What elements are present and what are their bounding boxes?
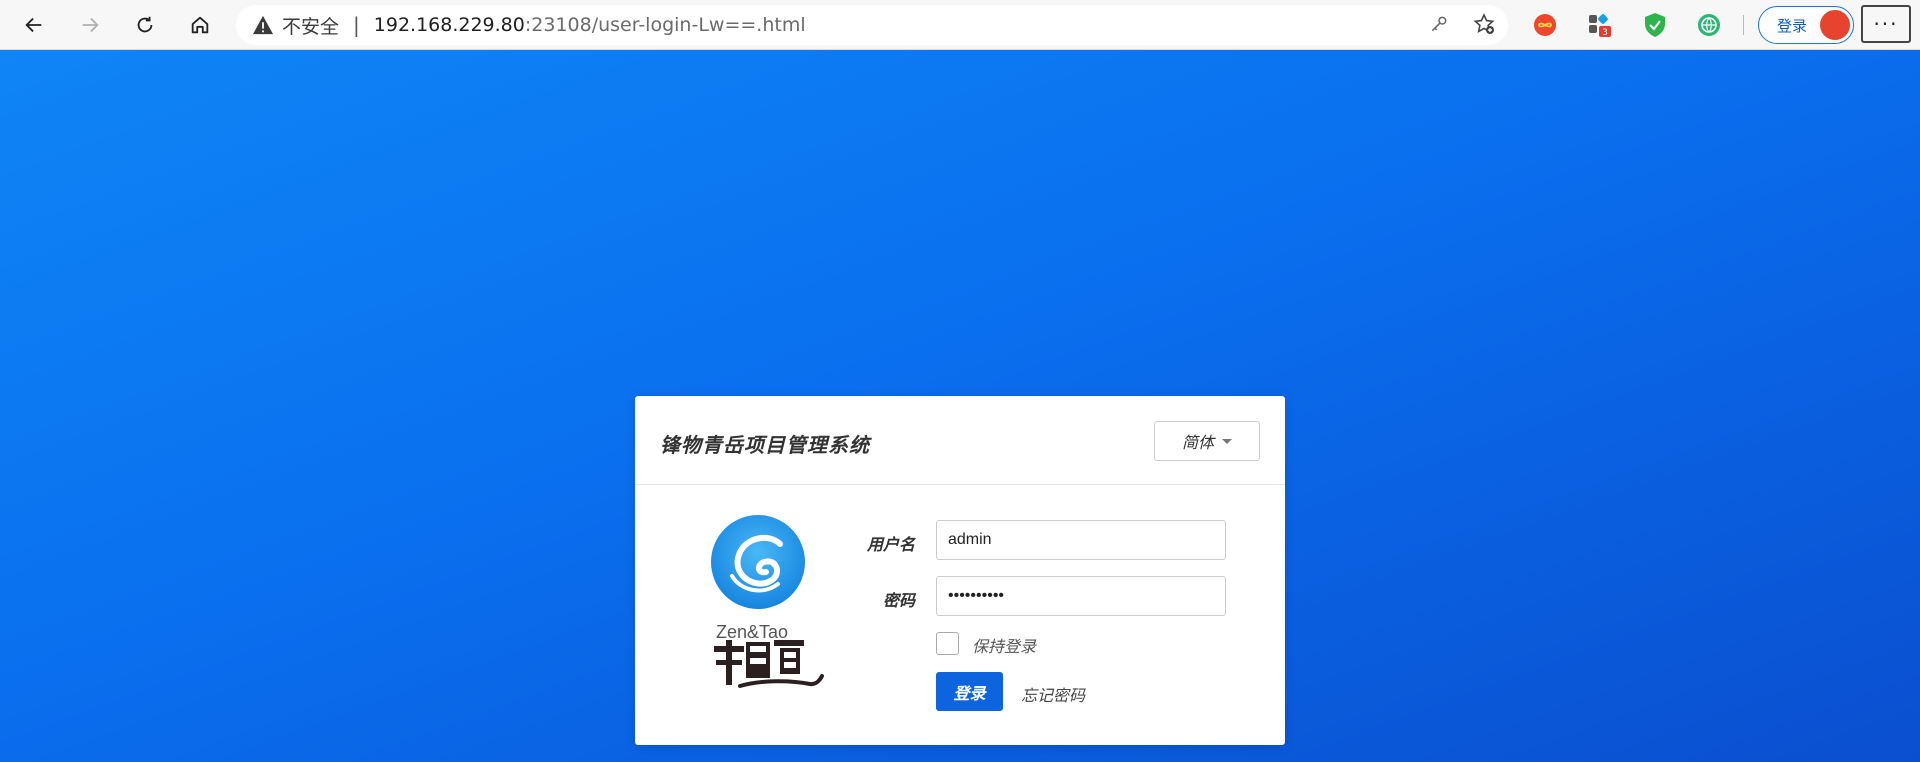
address-bar[interactable]: 不安全 | 192.168.229.80:23108/user-login-Lw… [236,5,1508,45]
refresh-icon [137,16,153,33]
home-icon [191,16,209,34]
more-menu-button[interactable]: ··· [1861,5,1911,43]
translate-extension-icon[interactable] [1694,10,1724,40]
browser-toolbar: 不安全 | 192.168.229.80:23108/user-login-Lw… [0,0,1920,50]
language-label: 简体 [1181,433,1214,452]
keep-login-label: 保持登录 [972,637,1037,656]
back-button[interactable] [16,8,52,42]
infinity-extension-icon[interactable] [1530,10,1560,40]
login-panel: 锋物青岳项目管理系统 简体 Zen&Tao 用户名 admin 密码 •••••… [635,396,1285,745]
back-arrow-icon [25,17,42,33]
page-background: 锋物青岳项目管理系统 简体 Zen&Tao 用户名 admin 密码 •••••… [0,50,1920,762]
url-path: :23108/user-login-Lw==.html [524,14,806,36]
password-label: 密码 [882,591,915,610]
key-icon[interactable] [1425,10,1453,38]
username-label: 用户名 [866,535,915,554]
url-separator: | [353,13,360,37]
system-title: 锋物青岳项目管理系统 [660,433,870,457]
profile-signin-button[interactable]: 登录 [1758,6,1854,44]
forward-arrow-icon [82,17,99,33]
signin-label: 登录 [1777,16,1808,35]
keep-login-checkbox[interactable] [936,632,959,655]
shield-extension-icon[interactable] [1640,10,1670,40]
forward-button[interactable] [72,8,108,42]
refresh-button[interactable] [127,8,163,42]
extension-badge-count: 3 [1602,28,1608,38]
language-dropdown[interactable]: 简体 [1154,421,1260,461]
avatar [1820,10,1850,40]
url-host: 192.168.229.80 [373,14,525,36]
login-button[interactable]: 登录 [936,672,1003,711]
toolbar-divider [1743,15,1744,35]
apps-extension-icon[interactable]: 3 [1585,10,1615,40]
forgot-password-link[interactable]: 忘记密码 [1021,682,1085,706]
caret-down-icon [1222,438,1232,444]
insecure-label: 不安全 [282,15,340,38]
home-button[interactable] [182,8,218,42]
warning-icon [253,15,273,35]
more-icon: ··· [1873,12,1899,36]
login-panel-header: 锋物青岳项目管理系统 简体 [635,396,1285,485]
username-input[interactable] [936,520,1226,560]
add-favorite-icon[interactable] [1470,10,1498,38]
zentao-logo [711,515,824,688]
logo-text: Zen&Tao [716,622,789,642]
password-input[interactable] [936,576,1226,616]
